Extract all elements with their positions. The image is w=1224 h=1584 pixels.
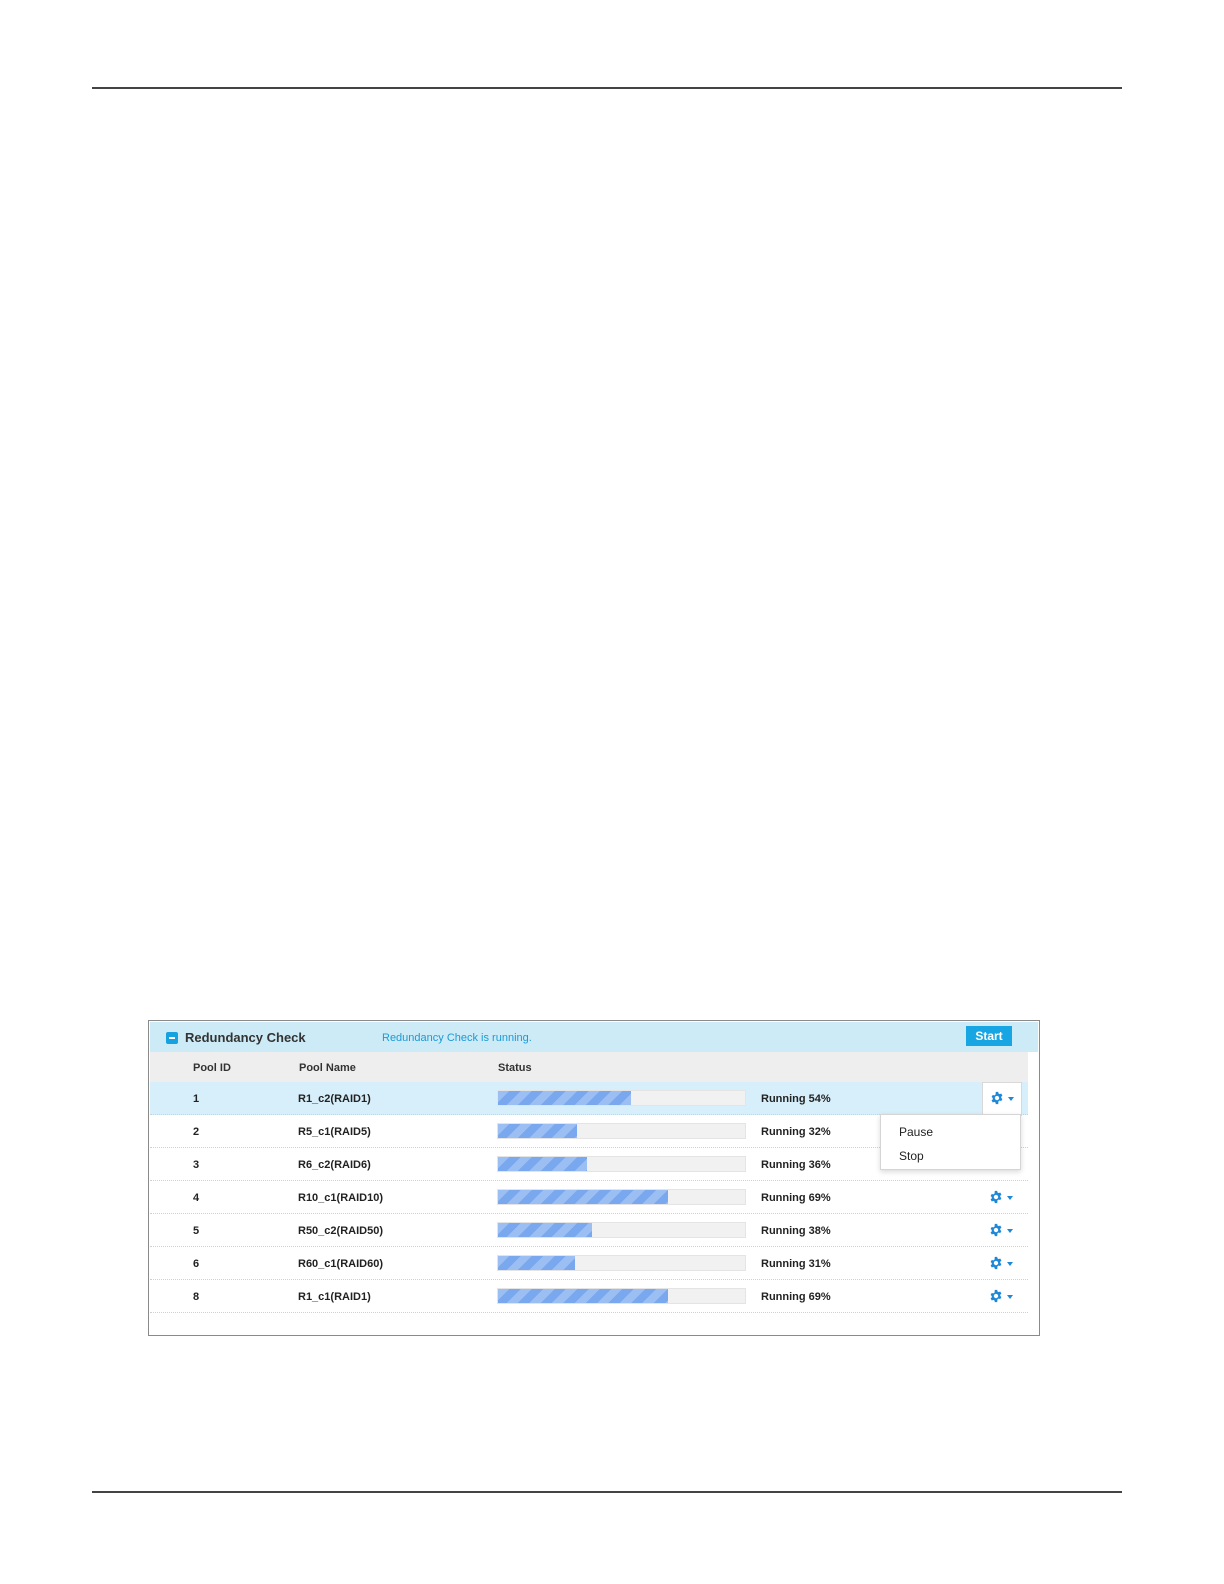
minus-square-icon[interactable]	[166, 1032, 178, 1044]
pool-name-cell: R6_c2(RAID6)	[298, 1159, 371, 1171]
caret-down-icon	[1007, 1295, 1013, 1299]
progress-fill	[498, 1256, 575, 1270]
table-row[interactable]: 8 R1_c1(RAID1) Running 69%	[150, 1280, 1028, 1313]
progress-fill	[498, 1124, 578, 1138]
status-text: Running 69%	[761, 1291, 831, 1303]
column-header-pool-name: Pool Name	[299, 1062, 356, 1074]
progress-fill	[498, 1091, 632, 1105]
progress-bar	[497, 1222, 746, 1238]
row-actions-button[interactable]	[987, 1189, 1017, 1207]
top-rule	[92, 87, 1122, 89]
progress-fill	[498, 1223, 592, 1237]
progress-fill	[498, 1157, 587, 1171]
caret-down-icon	[1007, 1262, 1013, 1266]
caret-down-icon	[1007, 1196, 1013, 1200]
progress-bar	[497, 1255, 746, 1271]
stop-menu-item[interactable]: Stop	[899, 1149, 924, 1163]
status-text: Running 38%	[761, 1225, 831, 1237]
status-text: Running 54%	[761, 1093, 831, 1105]
pool-id-cell: 6	[193, 1258, 200, 1270]
status-text: Running 32%	[761, 1126, 831, 1138]
pool-name-cell: R50_c2(RAID50)	[298, 1225, 383, 1237]
pool-name-cell: R1_c1(RAID1)	[298, 1291, 371, 1303]
start-button[interactable]: Start	[966, 1026, 1012, 1046]
pool-name-cell: R5_c1(RAID5)	[298, 1126, 371, 1138]
status-text: Running 31%	[761, 1258, 831, 1270]
row-actions-button[interactable]	[987, 1222, 1017, 1240]
status-message: Redundancy Check is running.	[382, 1032, 532, 1044]
pool-id-cell: 4	[193, 1192, 200, 1204]
progress-bar	[497, 1189, 746, 1205]
row-actions-button[interactable]	[987, 1255, 1017, 1273]
panel-title: Redundancy Check	[185, 1030, 306, 1045]
progress-fill	[498, 1289, 669, 1303]
status-text: Running 69%	[761, 1192, 831, 1204]
row-actions-button[interactable]	[987, 1288, 1017, 1306]
progress-fill	[498, 1190, 669, 1204]
row-actions-button[interactable]	[982, 1082, 1022, 1116]
pause-menu-item[interactable]: Pause	[899, 1125, 933, 1139]
row-action-menu: Pause Stop	[880, 1114, 1021, 1170]
panel-header: Redundancy Check Redundancy Check is run…	[150, 1022, 1038, 1052]
table-row[interactable]: 4 R10_c1(RAID10) Running 69%	[150, 1181, 1028, 1214]
pool-id-cell: 5	[193, 1225, 200, 1237]
pool-name-cell: R1_c2(RAID1)	[298, 1093, 371, 1105]
pool-id-cell: 2	[193, 1126, 200, 1138]
status-text: Running 36%	[761, 1159, 831, 1171]
pool-id-cell: 8	[193, 1291, 200, 1303]
redundancy-check-panel: Redundancy Check Redundancy Check is run…	[148, 1020, 1040, 1336]
caret-down-icon	[1007, 1229, 1013, 1233]
table-row[interactable]: 1 R1_c2(RAID1) Running 54%	[150, 1082, 1028, 1116]
table-row[interactable]: 5 R50_c2(RAID50) Running 38%	[150, 1214, 1028, 1247]
progress-bar	[497, 1090, 746, 1106]
pool-id-cell: 3	[193, 1159, 200, 1171]
pool-name-cell: R60_c1(RAID60)	[298, 1258, 383, 1270]
table-header: Pool ID Pool Name Status	[150, 1052, 1028, 1082]
pool-name-cell: R10_c1(RAID10)	[298, 1192, 383, 1204]
progress-bar	[497, 1123, 746, 1139]
caret-down-icon	[1008, 1097, 1014, 1101]
pool-id-cell: 1	[193, 1093, 200, 1105]
table-row[interactable]: 6 R60_c1(RAID60) Running 31%	[150, 1247, 1028, 1280]
bottom-rule	[92, 1491, 1122, 1493]
progress-bar	[497, 1156, 746, 1172]
progress-bar	[497, 1288, 746, 1304]
column-header-status: Status	[498, 1062, 532, 1074]
column-header-pool-id: Pool ID	[193, 1062, 231, 1074]
